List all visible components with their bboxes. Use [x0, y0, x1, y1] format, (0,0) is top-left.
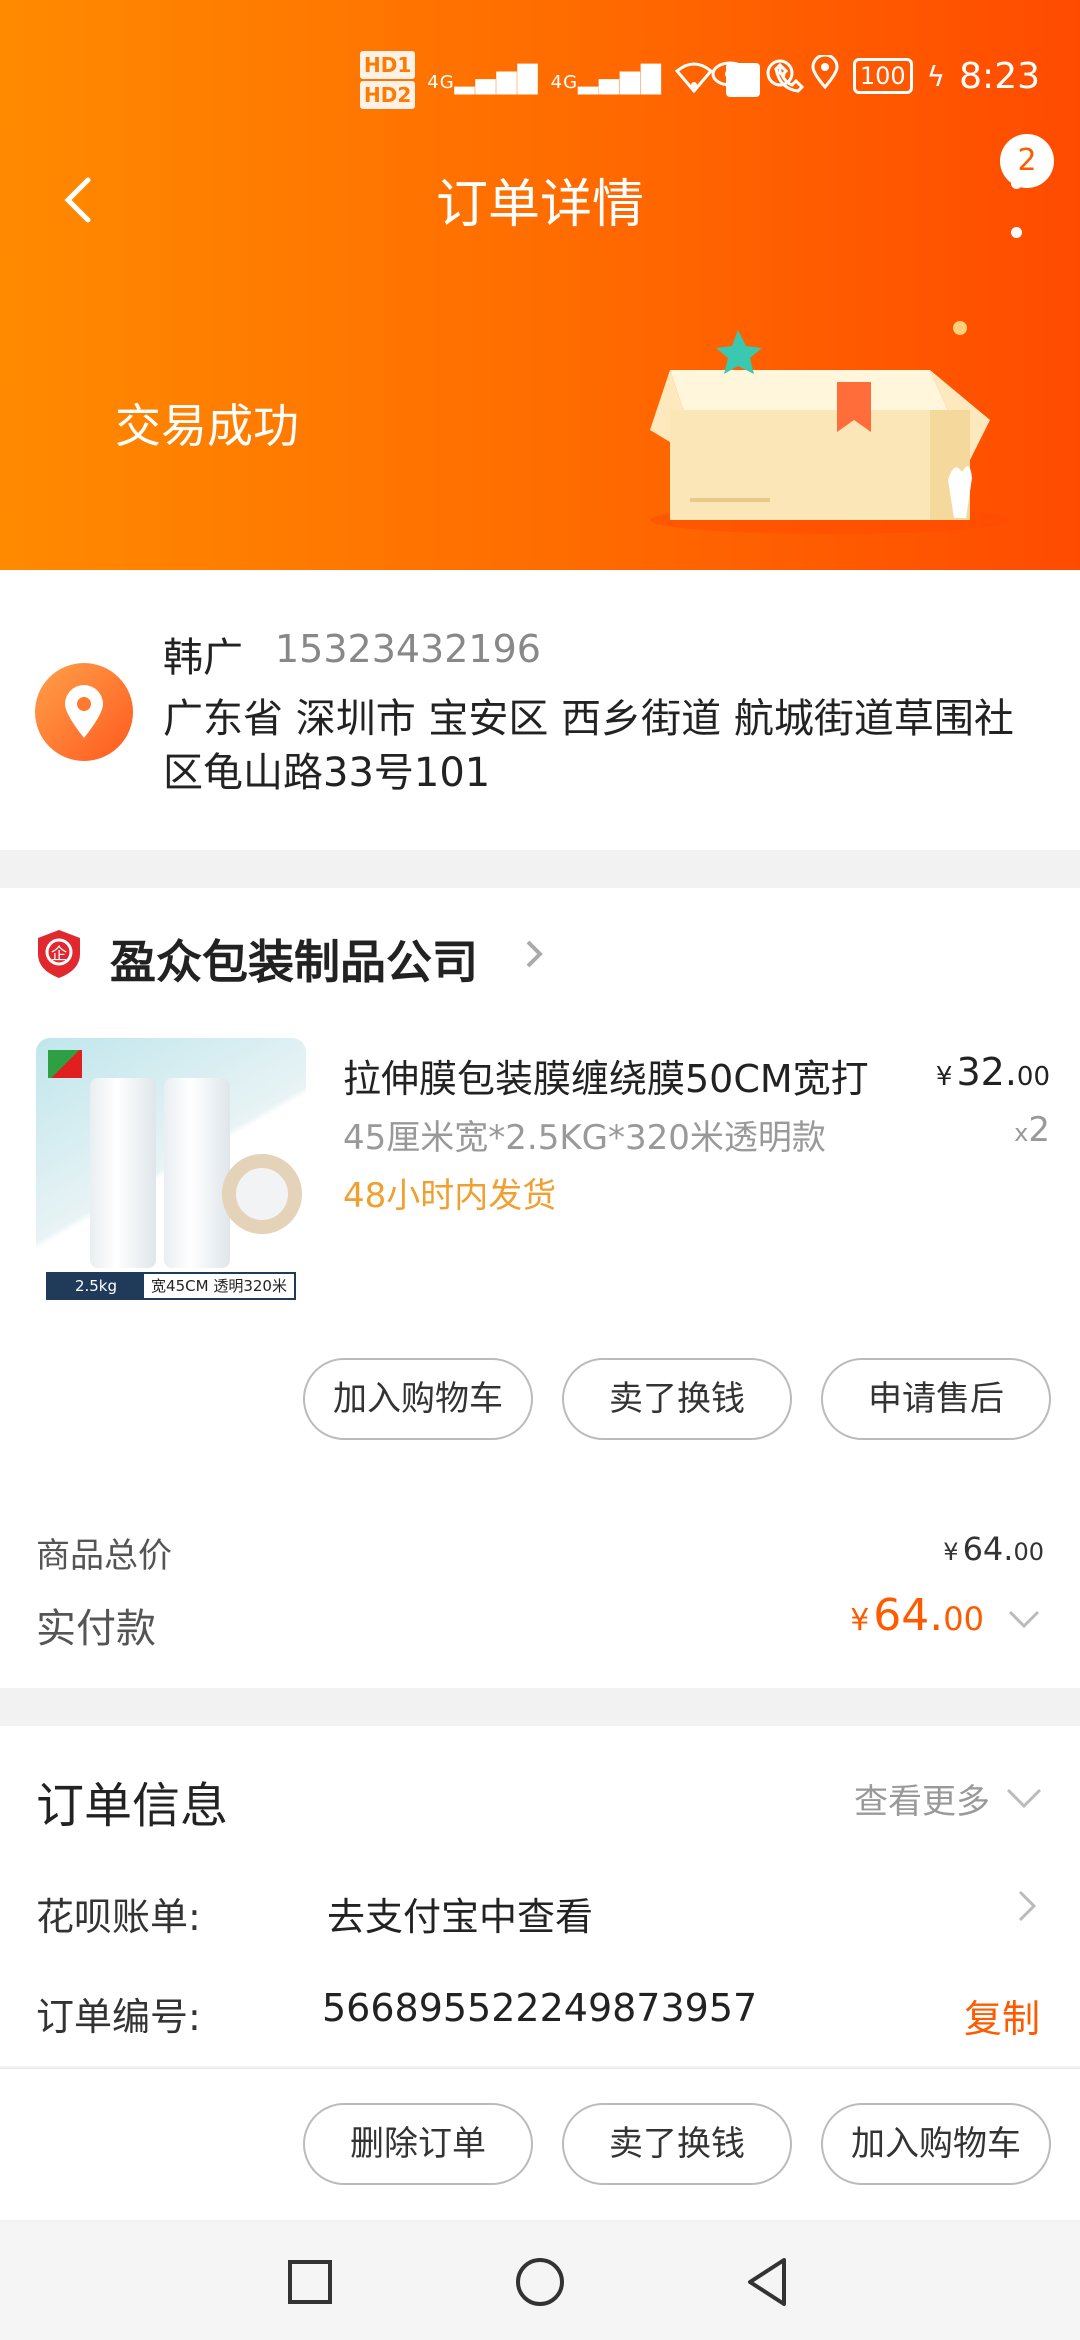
enterprise-shield-icon: 企: [38, 930, 80, 978]
resell-button[interactable]: 卖了换钱: [562, 2103, 792, 2185]
shipping-promise: 48小时内发货: [343, 1176, 557, 1216]
bottom-action-bar: 删除订单 卖了换钱 加入购物车: [0, 2068, 1080, 2220]
signal-icon: 4G▂▄▆█: [550, 65, 663, 95]
add-to-cart-button[interactable]: 加入购物车: [821, 2103, 1051, 2185]
product-price: ¥32.00: [936, 1050, 1050, 1094]
goods-int: 64.: [962, 1530, 1014, 1568]
copy-button[interactable]: 复制: [964, 1988, 1040, 2043]
chevron-right-icon[interactable]: [520, 932, 548, 976]
product-image-tag: 2.5kg 宽45CM 透明320米: [46, 1272, 296, 1300]
page-title: 订单详情: [435, 175, 644, 235]
film-roll: [164, 1078, 230, 1268]
sim1-label: HD1: [360, 51, 416, 79]
address-detail: 广东省 深圳市 宝安区 西乡街道 航城街道草围社区龟山路33号101: [163, 696, 1014, 796]
resell-button[interactable]: 卖了换钱: [562, 1358, 792, 1440]
sim-indicator: HD1 HD2: [360, 50, 416, 110]
paid-value: ¥64.00: [850, 1590, 984, 1641]
location-pin-icon: [35, 663, 133, 761]
product-quantity: x2: [1014, 1110, 1050, 1150]
order-info-title: 订单信息: [36, 1778, 229, 1834]
product-image[interactable]: 2.5kg 宽45CM 透明320米: [36, 1038, 306, 1306]
message-badge[interactable]: 2: [1000, 134, 1054, 188]
goods-total-value: ¥64.00: [943, 1530, 1044, 1568]
add-to-cart-button[interactable]: 加入购物车: [303, 1358, 533, 1440]
chevron-right-icon[interactable]: [1016, 1886, 1040, 1926]
qty-value: 2: [1028, 1110, 1050, 1150]
eye-icon: [711, 56, 749, 97]
order-number-value: 566895522249873957: [322, 1986, 758, 2030]
paid-int: 64.: [873, 1590, 944, 1641]
recipient-name: 韩广: [163, 635, 243, 681]
package-box-illustration: [650, 321, 1010, 534]
order-number-label: 订单编号:: [36, 1995, 201, 2039]
huabei-value[interactable]: 去支付宝中查看: [327, 1886, 593, 1941]
charging-icon: ϟ: [926, 59, 946, 93]
shop-name[interactable]: 盈众包装制品公司: [110, 926, 478, 992]
chevron-down-icon[interactable]: [1004, 1786, 1044, 1812]
delete-order-button[interactable]: 删除订单: [303, 2103, 533, 2185]
order-status-text: 交易成功: [115, 399, 299, 453]
goods-dec: 00: [1013, 1538, 1044, 1566]
film-roll: [90, 1078, 156, 1268]
recipient-phone: 15323432196: [275, 627, 541, 671]
product-title[interactable]: 拉伸膜包装膜缠绕膜50CM宽打: [343, 1048, 869, 1103]
sim2-label: HD2: [360, 81, 416, 109]
product-spec: 45厘米宽*2.5KG*320米透明款: [343, 1118, 826, 1158]
film-roll: [222, 1154, 302, 1234]
tag-desc: 宽45CM 透明320米: [151, 1277, 287, 1295]
more-dot: [1010, 227, 1022, 238]
shipping-address-card[interactable]: 韩广 15323432196 广东省 深圳市 宝安区 西乡街道 航城街道草围社区…: [0, 570, 1080, 850]
recent-apps-icon[interactable]: [280, 2252, 340, 2312]
brand-logo: [48, 1050, 82, 1078]
paid-label: 实付款: [36, 1606, 156, 1652]
order-header: HD1 HD2 4G▂▄▆█ 4G▂▄▆█ 100 ϟ 8:23 订单详情 2 …: [0, 0, 1080, 570]
currency-symbol: ¥: [935, 1062, 953, 1092]
wifi-icon: [674, 61, 714, 100]
currency-symbol: ¥: [943, 1538, 959, 1566]
chevron-down-icon[interactable]: [1004, 1606, 1044, 1634]
back-triangle-icon[interactable]: [738, 2252, 798, 2312]
huabei-label: 花呗账单:: [36, 1895, 201, 1939]
system-navigation-bar: [0, 2222, 1080, 2340]
location-status-icon: [811, 53, 839, 98]
currency-symbol: ¥: [850, 1603, 870, 1638]
goods-total-label: 商品总价: [36, 1536, 172, 1576]
order-info-section: 订单信息 查看更多 花呗账单: 去支付宝中查看 订单编号: 5668955222…: [0, 1726, 1080, 2066]
signal-icon: 4G▂▄▆█: [427, 65, 539, 95]
price-int: 32.: [956, 1050, 1017, 1094]
qty-prefix: x: [1014, 1119, 1029, 1147]
paid-dec: 00: [943, 1600, 984, 1638]
status-bar-right: 100 ϟ 8:23: [711, 46, 1040, 106]
after-sale-button[interactable]: 申请售后: [821, 1358, 1051, 1440]
svg-text:企: 企: [51, 944, 67, 963]
tag-weight: 2.5kg: [48, 1274, 144, 1298]
home-icon[interactable]: [510, 2252, 570, 2312]
battery-icon: 100: [852, 58, 913, 94]
alarm-icon: [763, 55, 797, 98]
view-more-link[interactable]: 查看更多: [854, 1774, 990, 1823]
clock-time: 8:23: [959, 55, 1040, 97]
price-dec: 00: [1016, 1062, 1050, 1092]
order-item-card: 企 盈众包装制品公司 2.5kg 宽45CM 透明320米 拉伸膜包装膜缠绕膜5…: [0, 888, 1080, 1688]
